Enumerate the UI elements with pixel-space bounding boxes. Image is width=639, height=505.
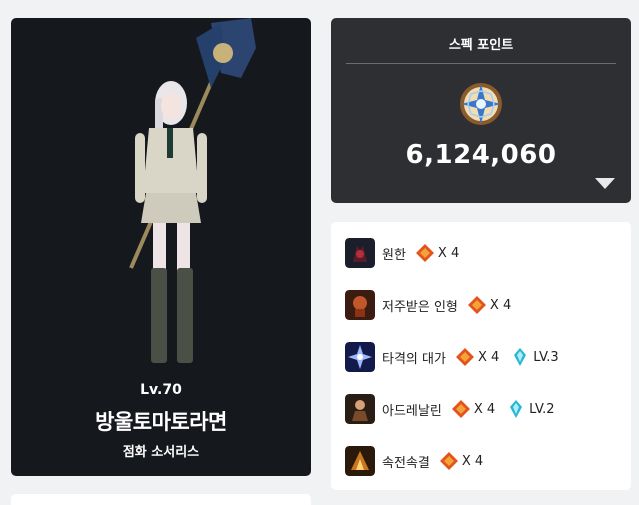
engraving-name: 저주받은 인형	[382, 299, 458, 315]
character-card: Lv.70 방울토마토라면 점화 소서리스	[11, 18, 311, 476]
character-illustration	[129, 18, 256, 363]
spec-point-value: 6,124,060	[405, 140, 557, 170]
profile-panel: Lv.70 방울토마토라면 점화 소서리스 스펙 포인트 6,124,060 원	[0, 0, 639, 505]
character-level: Lv.70	[140, 382, 182, 398]
triangle-down-icon[interactable]	[595, 178, 615, 190]
character-class: 점화 소서리스	[122, 445, 200, 460]
ability-stone-level: LV.3	[533, 349, 559, 365]
relic-count: X 4	[473, 401, 496, 417]
relic-count: X 4	[489, 297, 512, 313]
engraving-row[interactable]: 저주받은 인형 X 4	[345, 289, 523, 321]
engraving-adrenaline-icon	[345, 394, 375, 424]
engraving-row[interactable]: 원한 X 4	[345, 237, 471, 269]
ability-stone-icon	[514, 348, 527, 366]
relic-book-icon	[467, 296, 486, 314]
engraving-row[interactable]: 아드레날린 X 4 LV.2	[345, 393, 567, 425]
relic-count: X 4	[461, 453, 484, 469]
engraving-hit-master-icon	[345, 342, 375, 372]
engraving-cursed-doll-icon	[345, 290, 375, 320]
relic-book-icon	[455, 348, 474, 366]
engraving-swift-icon	[345, 446, 375, 476]
next-card-stub	[11, 494, 311, 505]
relic-book-icon	[451, 400, 470, 418]
spec-star-emblem-icon	[460, 83, 502, 125]
engraving-name: 아드레날린	[382, 403, 442, 419]
engraving-list: 원한 X 4 저주받은 인형 X 4 타격의 대가 X 4 LV.3 아드레날린…	[331, 222, 631, 490]
engraving-row[interactable]: 타격의 대가 X 4 LV.3	[345, 341, 571, 373]
character-name: 방울토마토라면	[95, 410, 227, 434]
relic-count: X 4	[477, 349, 500, 365]
relic-book-icon	[415, 244, 434, 262]
relic-count: X 4	[437, 245, 460, 261]
ability-stone-icon	[510, 400, 523, 418]
divider	[346, 63, 616, 64]
engraving-grudge-icon	[345, 238, 375, 268]
spec-point-card: 스펙 포인트 6,124,060	[331, 18, 631, 203]
ability-stone-level: LV.2	[529, 401, 555, 417]
engraving-name: 속전속결	[382, 455, 430, 471]
engraving-row[interactable]: 속전속결 X 4	[345, 445, 495, 477]
engraving-name: 타격의 대가	[382, 351, 446, 367]
relic-book-icon	[439, 452, 458, 470]
engraving-name: 원한	[382, 247, 406, 263]
spec-title: 스펙 포인트	[448, 38, 514, 53]
